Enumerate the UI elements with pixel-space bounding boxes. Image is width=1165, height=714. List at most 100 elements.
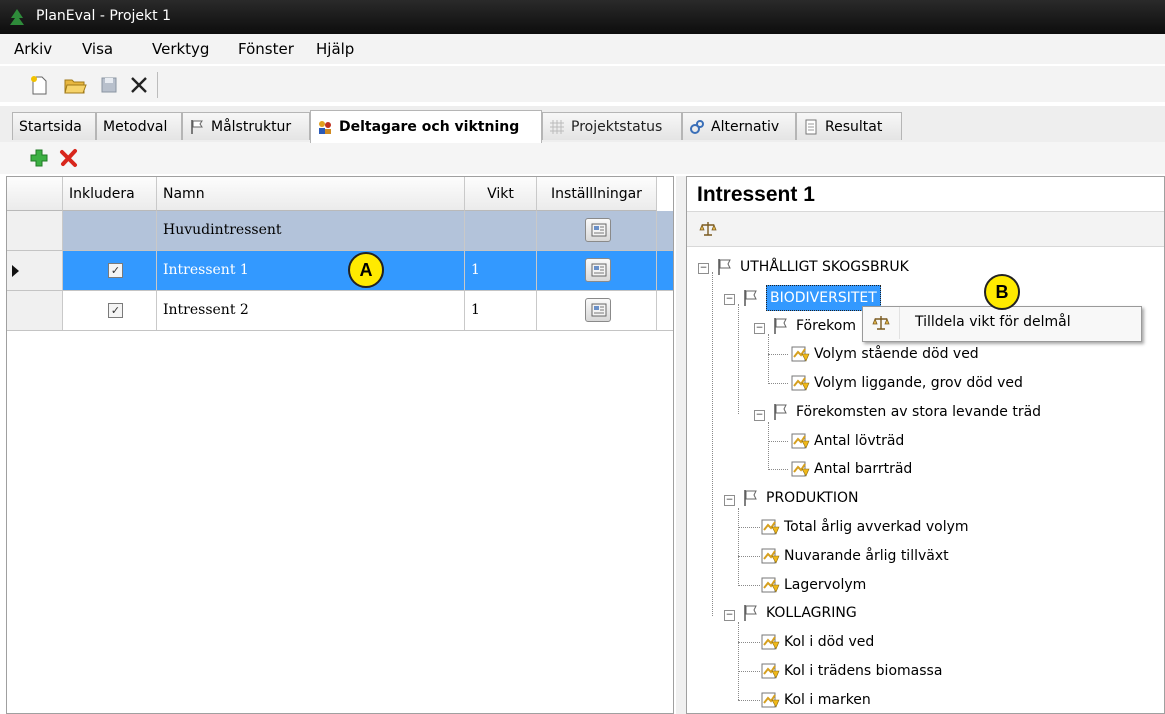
tree-connector [738, 700, 760, 701]
column-header-inkludera[interactable]: Inkludera [63, 177, 157, 211]
column-header-vikt[interactable]: Vikt [465, 177, 537, 211]
tab-strip: Startsida Metodval Målstruktur Deltagare… [0, 106, 1165, 143]
settings-button[interactable] [585, 298, 611, 322]
tab-projektstatus[interactable]: Projektstatus [542, 112, 682, 140]
indicator-icon [791, 433, 810, 449]
tree-node-biodiversitet[interactable]: BIODIVERSITET [742, 285, 881, 311]
flag-icon [744, 290, 757, 306]
flag-icon [774, 404, 787, 420]
group-row[interactable]: Huvudintressent [7, 211, 673, 251]
add-participant-button[interactable] [26, 145, 52, 171]
menu-fonster[interactable]: Fönster [238, 40, 294, 58]
collapse-toggle[interactable]: − [754, 323, 765, 334]
participant-weight[interactable]: 1 [465, 251, 537, 290]
tree-connector [768, 383, 788, 384]
context-menu-item-tilldela-vikt[interactable]: Tilldela vikt för delmål [915, 314, 1071, 330]
tree-node-label: Kol i marken [784, 692, 871, 708]
participant-name[interactable]: Intressent 1 [157, 251, 465, 290]
tab-alternativ[interactable]: Alternativ [682, 112, 796, 140]
tab-metodval[interactable]: Metodval [96, 112, 182, 140]
table-row-intressent-2[interactable]: ✓ Intressent 2 1 [7, 291, 673, 331]
people-icon [319, 121, 331, 134]
include-checkbox[interactable]: ✓ [108, 263, 123, 278]
tree-node-forekomsten-levande-trad[interactable]: Förekomsten av stora levande träd [772, 400, 1041, 424]
tree-node-label: KOLLAGRING [766, 605, 857, 621]
tree-leaf-kol-biomassa[interactable]: Kol i trädens biomassa [760, 659, 942, 683]
tree-node-label: Förekomsten av stora levande träd [796, 404, 1042, 420]
row-header [7, 291, 63, 330]
tree-leaf-lagervolym[interactable]: Lagervolym [760, 573, 866, 597]
row-header-column [7, 177, 63, 211]
new-file-button[interactable] [26, 72, 52, 98]
context-menu-icon-column [863, 307, 900, 339]
table-row-intressent-1[interactable]: ✓ Intressent 1 1 [7, 251, 673, 291]
column-header-installningar[interactable]: Inställlningar [537, 177, 657, 211]
indicator-icon [761, 692, 780, 708]
tree-node-produktion[interactable]: PRODUKTION [742, 486, 858, 510]
weight-cell [465, 211, 537, 250]
tree-connector [768, 469, 788, 470]
main-toolbar [0, 66, 1165, 102]
tree-leaf-kol-dod-ved[interactable]: Kol i död ved [760, 630, 874, 654]
toolbar-separator [157, 72, 158, 98]
tree-node-label: Nuvarande årlig tillväxt [784, 548, 949, 564]
settings-button[interactable] [585, 218, 611, 242]
tree-leaf-antal-barrtrad[interactable]: Antal barrträd [790, 457, 912, 481]
open-folder-button[interactable] [62, 72, 88, 98]
delete-x-icon [60, 149, 77, 167]
include-checkbox[interactable]: ✓ [108, 303, 123, 318]
current-row-arrow-icon [12, 265, 19, 277]
column-header-namn[interactable]: Namn [157, 177, 465, 211]
plus-icon [30, 149, 48, 167]
collapse-toggle[interactable]: − [724, 610, 735, 621]
grid-icon [550, 119, 564, 134]
menu-verktyg[interactable]: Verktyg [152, 40, 209, 58]
tree-leaf-total-arlig[interactable]: Total årlig avverkad volym [760, 515, 969, 539]
menu-arkiv[interactable]: Arkiv [14, 40, 52, 58]
settings-button[interactable] [585, 258, 611, 282]
tab-malstruktur[interactable]: Målstruktur [182, 112, 310, 140]
tree-leaf-kol-marken[interactable]: Kol i marken [760, 688, 871, 712]
tree-connector [768, 422, 769, 470]
participant-weight[interactable]: 1 [465, 291, 537, 330]
indicator-icon [761, 634, 780, 650]
tree-leaf-volym-liggande[interactable]: Volym liggande, grov död ved [790, 371, 1023, 395]
participant-name[interactable]: Intressent 2 [157, 291, 465, 330]
flag-icon [191, 119, 203, 134]
collapse-toggle[interactable]: − [724, 294, 735, 305]
include-cell [63, 211, 157, 250]
tree-connector [712, 272, 713, 616]
collapse-toggle[interactable]: − [754, 410, 765, 421]
indicator-icon [791, 346, 810, 362]
indicator-icon [791, 375, 810, 391]
tree-node-root[interactable]: UTHÅLLIGT SKOGSBRUK [716, 255, 909, 279]
menu-hjalp[interactable]: Hjälp [316, 40, 354, 58]
gears-icon [690, 119, 704, 134]
save-button[interactable] [96, 72, 122, 98]
tree-connector [738, 585, 760, 586]
tab-resultat[interactable]: Resultat [796, 112, 902, 140]
delete-participant-button[interactable] [56, 145, 82, 171]
tab-deltagare-och-viktning[interactable]: Deltagare och viktning [310, 110, 542, 143]
tree-connector [768, 354, 788, 355]
collapse-toggle[interactable]: − [724, 495, 735, 506]
tab-startsida[interactable]: Startsida [12, 112, 96, 140]
tree-node-label: Total årlig avverkad volym [784, 519, 969, 535]
tree-leaf-nuvarande-tillvaxt[interactable]: Nuvarande årlig tillväxt [760, 544, 949, 568]
panel-title: Intressent 1 [697, 183, 815, 206]
tab-label: Startsida [19, 118, 82, 135]
panel-splitter[interactable] [676, 176, 686, 714]
weight-scale-button[interactable] [695, 216, 721, 242]
folder-icon [64, 79, 87, 94]
tree-node-forekomsten-dod-ved[interactable]: Förekom [772, 314, 856, 338]
tree-leaf-volym-staende[interactable]: Volym stående död ved [790, 342, 979, 366]
settings-icon [591, 303, 607, 317]
collapse-toggle[interactable]: − [698, 263, 709, 274]
tree-connector [738, 556, 760, 557]
menu-visa[interactable]: Visa [82, 40, 113, 58]
group-name: Huvudintressent [157, 211, 465, 250]
tree-node-kollagring[interactable]: KOLLAGRING [742, 601, 857, 625]
close-button[interactable] [126, 72, 152, 98]
tree-leaf-antal-lovtrad[interactable]: Antal lövträd [790, 429, 904, 453]
title-bar: PlanEval - Projekt 1 [0, 0, 1165, 34]
